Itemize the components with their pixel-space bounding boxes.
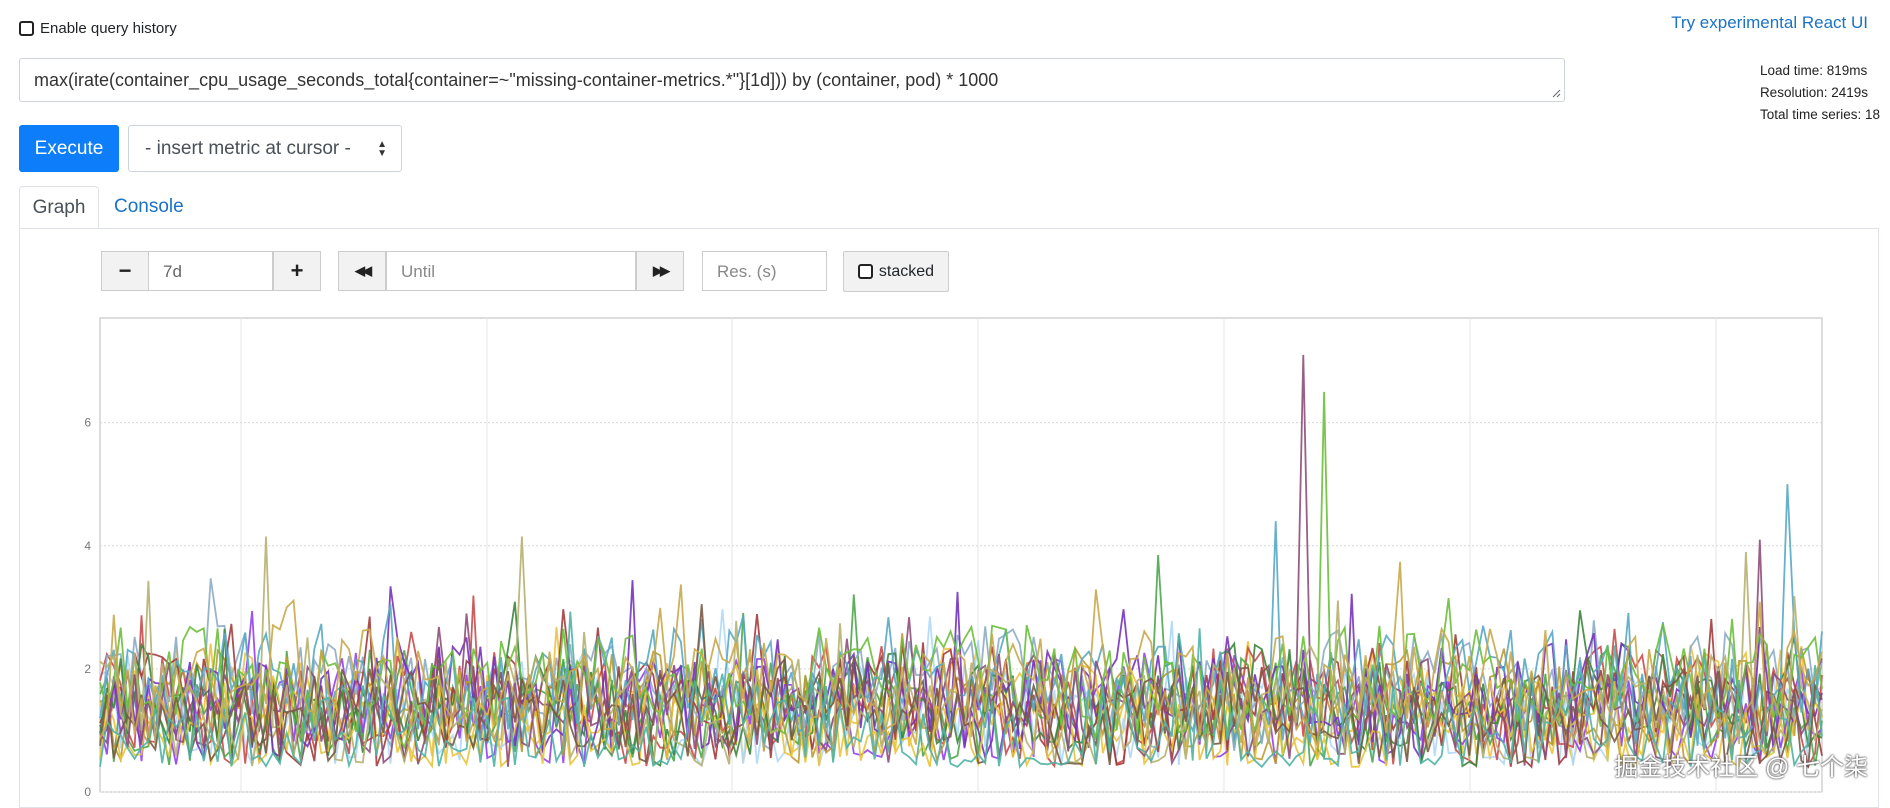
tab-graph[interactable]: Graph: [19, 186, 99, 228]
y-tick-label: 6: [84, 416, 91, 430]
watermark: 掘金技术社区 @ 七个柒: [1614, 754, 1868, 781]
y-tick-label: 4: [84, 539, 91, 553]
y-tick-label: 2: [84, 662, 91, 676]
y-tick-label: 0: [84, 785, 91, 799]
graph-chart: 0 2 4 6: [84, 317, 1823, 799]
